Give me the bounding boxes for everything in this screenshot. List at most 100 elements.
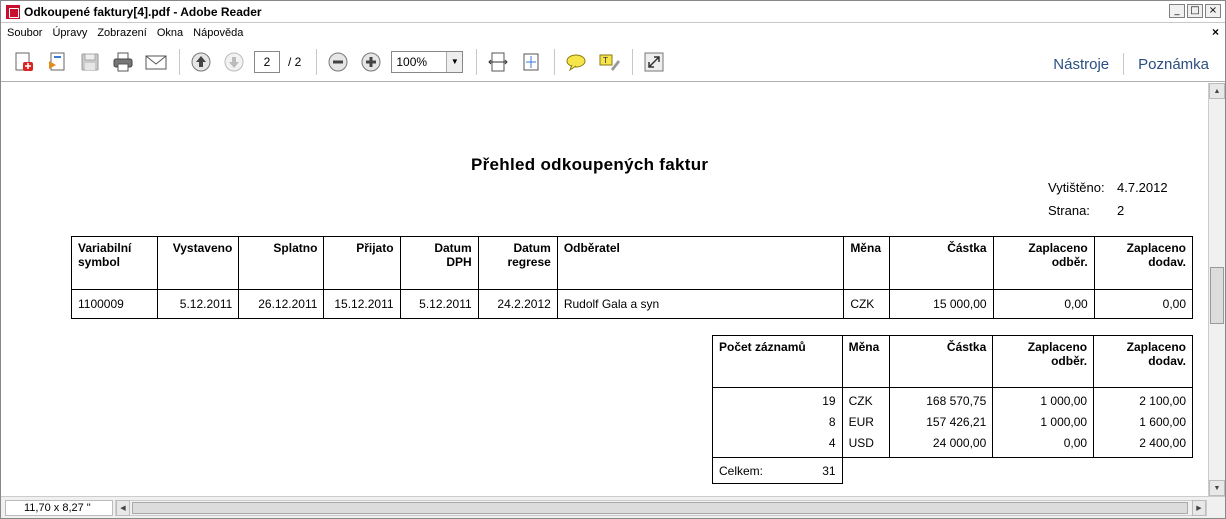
zapl-odber-czk: 1 000,00 [1040, 394, 1088, 408]
cell-vystaveno: 5.12.2011 [157, 289, 240, 319]
printed-value: 4.7.2012 [1117, 180, 1168, 195]
page-value: 2 [1117, 203, 1125, 218]
scroll-right-icon[interactable]: ▶ [1192, 500, 1206, 516]
document-viewport[interactable]: Přehled odkoupených faktur Vytištěno: 4.… [1, 83, 1208, 496]
toolbar-separator [554, 48, 556, 75]
vertical-scrollbar[interactable]: ▲ ▼ [1208, 83, 1225, 496]
page-title: Přehled odkoupených faktur [471, 155, 709, 174]
table-header-row: Počet záznamů Měna Částka Zaplaceno odbě… [712, 335, 1193, 388]
col-zapl-dodav: Zaplaceno dodav. [1093, 335, 1193, 388]
page-number-input[interactable]: 2 [254, 50, 280, 73]
svg-text:T: T [602, 56, 608, 65]
cell-variabilni: 1100009 [70, 289, 159, 319]
page-size-readout: 11,70 x 8,27 " [5, 500, 113, 516]
cell-zapl-dodav: 2 100,00 1 600,00 2 400,00 [1093, 387, 1193, 458]
page-total: / 2 [288, 54, 302, 69]
summary-table: Počet záznamů Měna Částka Zaplaceno odbě… [712, 335, 1193, 484]
menu-okna[interactable]: Okna [157, 27, 183, 39]
cell-pocet: 19 8 4 [712, 387, 843, 458]
mena-eur: EUR [848, 415, 874, 429]
summary-rows: 19 8 4 CZK EUR USD 168 570,75 157 426,21… [712, 387, 1193, 458]
pocet-czk: 19 [822, 394, 836, 408]
pocet-eur: 8 [828, 415, 836, 429]
cell-castka: 15 000,00 [889, 289, 994, 319]
zoom-value: 100% [396, 54, 428, 69]
toolbar-separator [179, 48, 180, 75]
app-window: Odkoupené faktury[4].pdf - Adobe Reader … [0, 0, 1226, 519]
status-bar: 11,70 x 8,27 " ◀ ▶ [1, 496, 1225, 518]
menu-soubor[interactable]: Soubor [7, 27, 42, 39]
cell-castka: 168 570,75 157 426,21 24 000,00 [888, 387, 994, 458]
col-zapl-odber: Zaplaceno odběr. [992, 335, 1095, 388]
castka-czk: 168 570,75 [926, 394, 987, 408]
save-icon[interactable] [77, 49, 103, 75]
window-title: Odkoupené faktury[4].pdf - Adobe Reader [24, 4, 262, 19]
zoom-out-icon[interactable] [325, 49, 351, 75]
col-datum-dph: Datum DPH [399, 236, 479, 290]
print-icon[interactable] [110, 49, 136, 75]
cell-odberatel: Rudolf Gala a syn [556, 289, 845, 319]
zoom-in-icon[interactable] [358, 49, 384, 75]
menu-bar: Soubor Úpravy Zobrazení Okna Nápověda × [1, 23, 1225, 42]
menu-upravy[interactable]: Úpravy [52, 27, 87, 39]
fit-page-icon[interactable] [518, 49, 544, 75]
create-pdf-icon[interactable] [11, 49, 37, 75]
title-bar: Odkoupené faktury[4].pdf - Adobe Reader … [1, 1, 1225, 23]
next-page-icon[interactable] [221, 49, 247, 75]
total-row: Celkem: 31 [712, 457, 1193, 484]
pocet-usd: 4 [828, 436, 836, 450]
col-castka: Částka [888, 335, 994, 388]
horizontal-scroll-thumb[interactable] [132, 502, 1188, 514]
toolbar: 2 / 2 100% ▼ T Nástroje Poznámka [1, 42, 1225, 82]
zapl-dodav-czk: 2 100,00 [1139, 394, 1186, 408]
minimize-button[interactable]: _ [1169, 4, 1185, 18]
tools-pane-button[interactable]: Nástroje [1053, 56, 1109, 73]
menu-zobrazeni[interactable]: Zobrazení [97, 27, 147, 39]
maximize-button[interactable]: □ [1187, 4, 1203, 18]
page-label: Strana: [1048, 203, 1090, 218]
scroll-down-icon[interactable]: ▼ [1209, 480, 1225, 496]
castka-eur: 157 426,21 [926, 415, 987, 429]
table-row: 1100009 5.12.2011 26.12.2011 15.12.2011 … [70, 289, 1194, 319]
edit-icon[interactable] [44, 49, 70, 75]
toolbar-separator [1123, 53, 1125, 75]
col-castka: Částka [889, 236, 994, 290]
col-mena: Měna [841, 335, 890, 388]
fullscreen-icon[interactable] [641, 49, 667, 75]
cell-zapl-odber: 1 000,00 1 000,00 0,00 [992, 387, 1095, 458]
horizontal-scrollbar[interactable]: ◀ ▶ [115, 500, 1207, 516]
total-label: Celkem: [719, 463, 764, 478]
chevron-down-icon[interactable]: ▼ [446, 51, 463, 72]
mena-czk: CZK [848, 394, 873, 408]
close-button[interactable]: × [1205, 4, 1221, 18]
document-close-icon[interactable]: × [1212, 25, 1219, 39]
email-icon[interactable] [143, 49, 169, 75]
total-value: 31 [822, 463, 836, 478]
scroll-left-icon[interactable]: ◀ [116, 500, 130, 516]
toolbar-separator [476, 48, 478, 75]
cell-total: Celkem: 31 [712, 457, 843, 484]
highlight-icon[interactable]: T [596, 49, 622, 75]
col-mena: Měna [843, 236, 891, 290]
printed-label: Vytištěno: [1048, 180, 1105, 195]
menu-napoveda[interactable]: Nápověda [193, 27, 243, 39]
cell-zapl-dodav: 0,00 [1093, 289, 1194, 319]
col-splatno: Splatno [238, 236, 325, 290]
col-prijato: Přijato [323, 236, 401, 290]
cell-zapl-odber: 0,00 [992, 289, 1095, 319]
zapl-odber-usd: 0,00 [1063, 436, 1088, 450]
pdf-page: Přehled odkoupených faktur Vytištěno: 4.… [14, 83, 1208, 496]
zoom-select[interactable]: 100% ▼ [391, 50, 464, 73]
cell-mena: CZK [843, 289, 891, 319]
prev-page-icon[interactable] [188, 49, 214, 75]
cell-mena: CZK EUR USD [841, 387, 890, 458]
comment-pane-button[interactable]: Poznámka [1138, 56, 1209, 73]
mena-usd: USD [848, 436, 874, 450]
scroll-up-icon[interactable]: ▲ [1209, 83, 1225, 99]
col-datum-regrese: Datum regrese [477, 236, 558, 290]
fit-width-icon[interactable] [485, 49, 511, 75]
pdf-app-icon [6, 4, 20, 19]
comment-icon[interactable] [563, 49, 589, 75]
vertical-scroll-thumb[interactable] [1210, 267, 1224, 324]
cell-datum-regrese: 24.2.2012 [477, 289, 558, 319]
